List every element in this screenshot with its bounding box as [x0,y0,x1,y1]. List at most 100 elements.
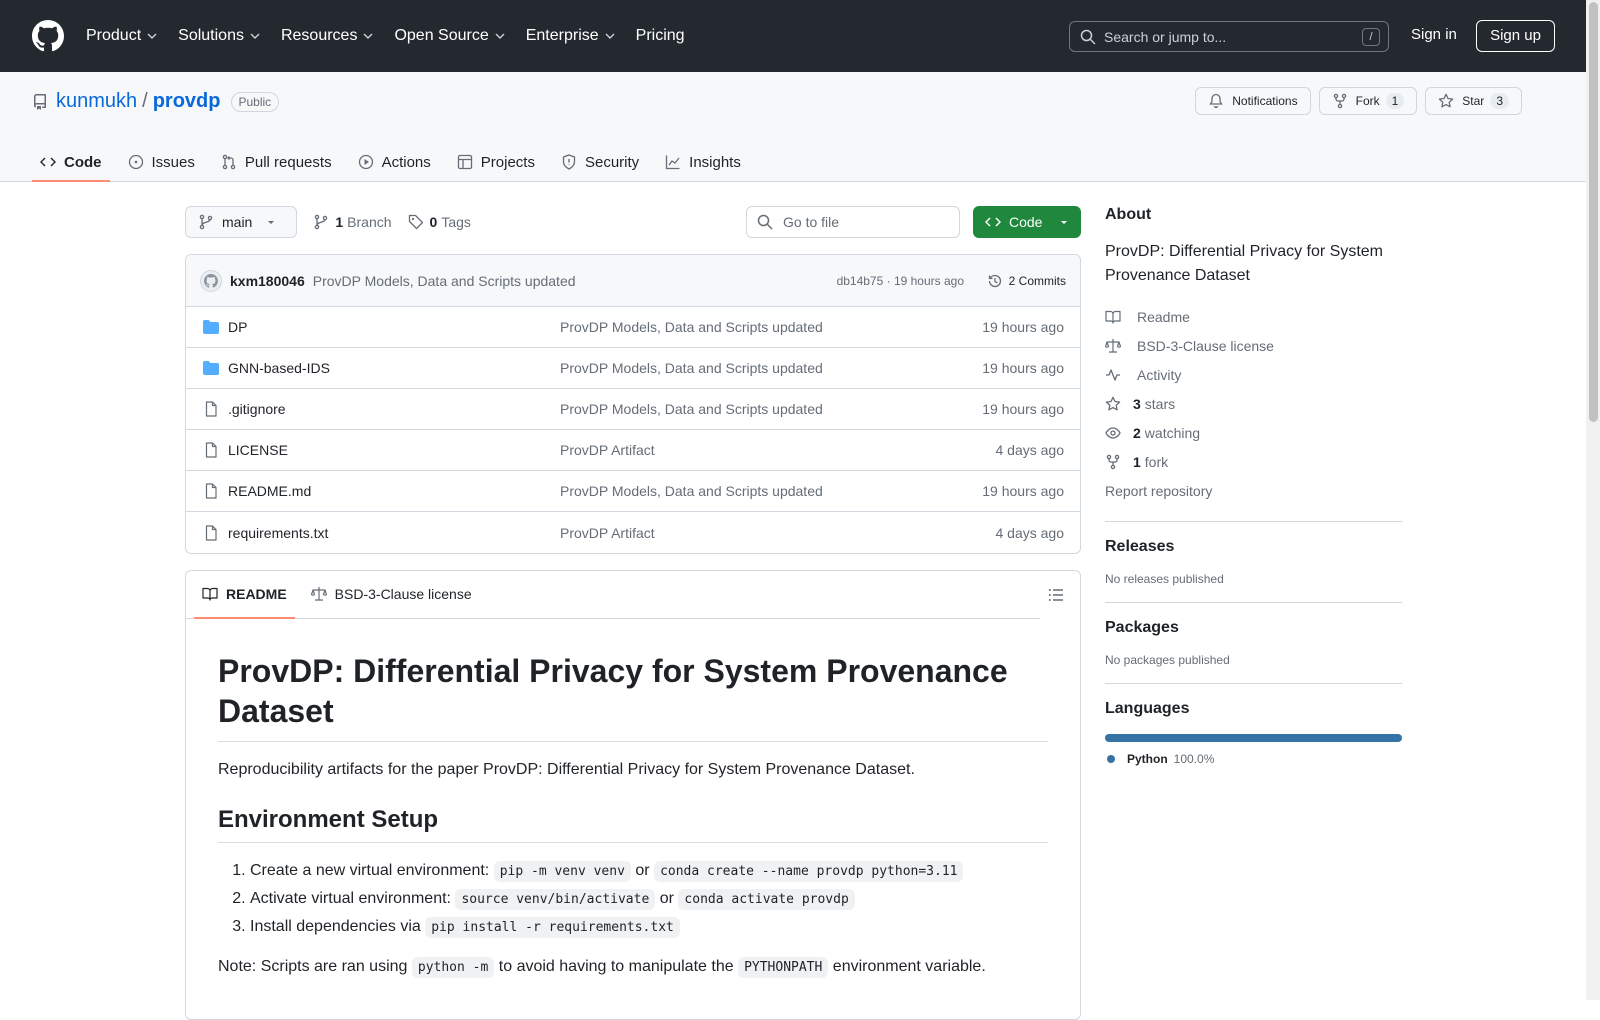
commits-label: 2 Commits [1008,273,1066,288]
folder-icon [203,361,219,375]
commits-history-link[interactable]: 2 Commits [987,273,1066,289]
avatar[interactable] [200,269,222,292]
repo-icon [34,93,46,110]
tab-code[interactable]: Code [32,144,110,182]
file-commit-message[interactable]: ProvDP Artifact [560,442,655,458]
file-browser: kxm180046 ProvDP Models, Data and Script… [185,254,1081,554]
visibility-badge: Public [230,91,280,112]
tab-security[interactable]: Security [553,144,647,182]
tab-readme[interactable]: README [194,571,295,619]
tab-license[interactable]: BSD-3-Clause license [303,571,480,619]
link-label: Activity [1137,366,1182,383]
tab-label: Pull requests [244,153,332,171]
file-row-gnn-based-ids[interactable]: GNN-based-IDS ProvDP Models, Data and Sc… [186,348,1080,389]
watching-link[interactable]: 2 watching [1105,418,1402,447]
inline-code: conda create --name provdp python=3.11 [654,861,964,882]
file-commit-message[interactable]: ProvDP Models, Data and Scripts updated [560,401,823,417]
nav-enterprise[interactable]: Enterprise [526,27,626,45]
sign-up-button[interactable]: Sign up [1476,20,1555,52]
report-repository-link[interactable]: Report repository [1105,476,1402,505]
commit-message-link[interactable]: ProvDP Models, Data and Scripts updated [313,273,576,289]
fork-icon [1333,93,1346,109]
nav-pricing[interactable]: Pricing [636,27,696,45]
branch-select-button[interactable]: main [185,206,298,238]
tab-label: Code [64,153,102,171]
tab-pull-requests[interactable]: Pull requests [213,144,340,182]
link-label: stars [1144,395,1176,412]
file-name-link[interactable]: .gitignore [228,401,286,417]
tags-link[interactable]: 0 Tags [408,214,471,230]
file-date: 4 days ago [995,442,1065,458]
nav-solutions[interactable]: Solutions [178,27,271,45]
activity-link[interactable]: Activity [1105,360,1402,389]
repo-name-link[interactable]: provdp [153,90,221,113]
forks-link[interactable]: 1 fork [1105,447,1402,476]
stars-link[interactable]: 3 stars [1105,389,1402,418]
packages-heading[interactable]: Packages [1105,619,1402,637]
file-name-link[interactable]: README.md [228,483,311,499]
github-logo-icon[interactable] [32,20,64,52]
about-description: ProvDP: Differential Privacy for System … [1105,243,1384,284]
readme-link[interactable]: Readme [1105,302,1402,331]
fork-button[interactable]: Fork 1 [1318,87,1418,115]
code-dropdown-button[interactable]: Code [973,206,1081,238]
repo-sidebar: About ProvDP: Differential Privacy for S… [1105,206,1402,766]
repo-owner-link[interactable]: kunmukh [56,90,137,113]
tab-actions[interactable]: Actions [350,144,439,182]
page-scrollbar[interactable] [1586,0,1600,1000]
file-name-link[interactable]: requirements.txt [228,525,328,541]
notifications-button[interactable]: Notifications [1195,87,1311,115]
star-button[interactable]: Star 3 [1425,87,1522,115]
file-date: 19 hours ago [982,319,1064,335]
tab-issues[interactable]: Issues [120,144,203,182]
tab-label: Security [584,153,640,171]
tab-projects[interactable]: Projects [449,144,543,182]
nav-open-source[interactable]: Open Source [394,27,515,45]
file-row-readme[interactable]: README.md ProvDP Models, Data and Script… [186,471,1080,512]
user-avatar-icon [204,273,218,288]
fork-icon [1106,454,1120,469]
shield-icon [562,154,576,170]
graph-icon [666,155,680,170]
law-icon [310,586,327,601]
divider [1105,602,1402,603]
languages-heading: Languages [1105,700,1190,717]
scrollbar-thumb[interactable] [1589,2,1598,422]
file-date: 19 hours ago [982,483,1064,499]
file-icon [205,483,217,499]
branches-link[interactable]: 1 Branch [313,214,392,230]
file-commit-message[interactable]: ProvDP Models, Data and Scripts updated [560,360,823,376]
file-commit-message[interactable]: ProvDP Models, Data and Scripts updated [560,483,823,499]
language-item-python[interactable]: Python 100.0% [1105,752,1402,766]
language-color-dot [1107,755,1115,763]
file-row-dp[interactable]: DP ProvDP Models, Data and Scripts updat… [186,307,1080,348]
license-link[interactable]: BSD-3-Clause license [1105,331,1402,360]
book-icon [202,587,218,601]
commit-author-link[interactable]: kxm180046 [230,273,305,289]
divider [1105,521,1402,522]
file-commit-message[interactable]: ProvDP Artifact [560,525,655,541]
eye-icon [1105,426,1121,439]
branch-count: 1 [335,214,344,230]
nav-resources[interactable]: Resources [281,27,384,45]
search-shortcut-key: / [1362,28,1380,46]
branch-name: main [222,214,253,230]
file-name-link[interactable]: DP [228,319,247,335]
tag-count: 0 [429,214,438,230]
sign-in-link[interactable]: Sign in [1411,26,1457,43]
file-date: 4 days ago [995,524,1065,541]
global-search-input[interactable]: Search or jump to... / [1069,21,1389,52]
tab-insights[interactable]: Insights [657,144,749,182]
file-commit-message[interactable]: ProvDP Models, Data and Scripts updated [560,319,823,335]
file-row-gitignore[interactable]: .gitignore ProvDP Models, Data and Scrip… [186,389,1080,430]
releases-heading[interactable]: Releases [1105,538,1402,556]
file-row-license[interactable]: LICENSE ProvDP Artifact 4 days ago [186,430,1080,471]
star-label: Star [1462,94,1485,108]
file-name-link[interactable]: GNN-based-IDS [228,360,330,376]
commit-sha-time[interactable]: db14b75 · 19 hours ago [837,274,964,288]
file-row-requirements[interactable]: requirements.txt ProvDP Artifact 4 days … [186,512,1080,553]
list-outline-icon[interactable] [1048,587,1064,603]
nav-product[interactable]: Product [86,27,168,45]
go-to-file-input[interactable]: Go to file [746,206,960,238]
file-name-link[interactable]: LICENSE [228,442,288,458]
